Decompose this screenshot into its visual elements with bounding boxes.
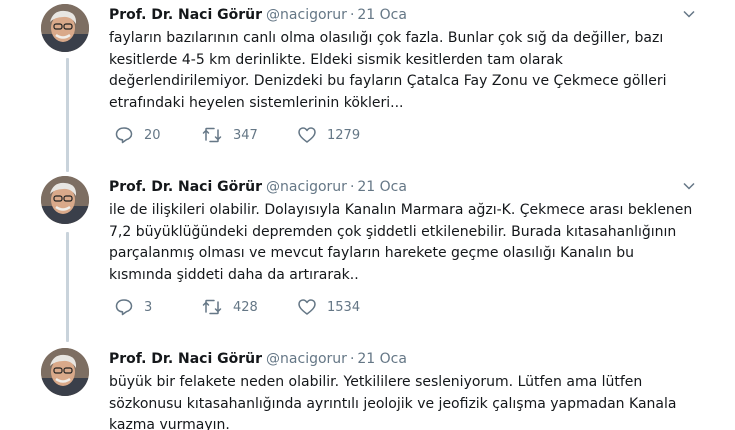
like-count: 1279	[327, 127, 361, 143]
like-count: 1534	[327, 299, 361, 315]
reply-icon	[115, 127, 133, 144]
tweet-text-line: kazma vurmayın.	[109, 417, 230, 430]
tweet-feed: Prof. Dr. Naci Görür @nacigorur · 21 Oca fa…	[0, 0, 735, 430]
tweet-text-line: fayların bazılarının canlı olma olasılığ…	[109, 30, 664, 46]
display-name[interactable]: Prof. Dr. Naci Görür	[109, 7, 262, 23]
tweet[interactable]: Prof. Dr. Naci Görür @nacigorur · 21 Oca bü…	[0, 344, 735, 430]
retweet-icon	[202, 299, 222, 315]
tweet-header: Prof. Dr. Naci Görür @nacigorur · 21 Oca	[109, 4, 684, 26]
heart-icon	[298, 299, 316, 315]
tweet-text-line: parçalanmış olması ve mevcut fayların ha…	[109, 245, 634, 261]
tweet-text-line: ile de ilişkileri olabilir. Dolayısıyla …	[109, 202, 693, 218]
avatar-image	[41, 348, 89, 396]
like-button[interactable]: 1279	[297, 124, 360, 146]
avatar[interactable]	[41, 4, 89, 52]
reply-count: 3	[144, 299, 153, 315]
retweet-count: 347	[233, 127, 258, 143]
retweet-count: 428	[233, 299, 258, 315]
tweet-actions: 3 428 1534	[109, 296, 684, 318]
reply-icon	[115, 299, 133, 316]
tweet-text-line: 7,2 büyüklüğündeki depremden çok şiddetl…	[109, 223, 677, 240]
chevron-down-icon[interactable]	[681, 178, 697, 194]
separator-dot: ·	[349, 351, 355, 367]
display-name[interactable]: Prof. Dr. Naci Görür	[109, 179, 262, 195]
reply-count: 20	[144, 127, 161, 143]
tweet-text-line: kesitlerde 4-5 km derinlikte. Eldeki sis…	[109, 51, 563, 68]
tweet-date[interactable]: 21 Oca	[357, 351, 407, 367]
retweet-icon	[202, 127, 222, 143]
avatar-image	[41, 176, 89, 224]
tweet-text: ile de ilişkileri olabilir. Dolayısıyla …	[109, 200, 693, 286]
like-button[interactable]: 1534	[297, 296, 360, 318]
tweet-text-line: değerlendirilemiyor. Denizdeki bu faylar…	[109, 73, 667, 89]
tweet-date[interactable]: 21 Oca	[357, 7, 407, 23]
tweet-text-line: etrafındaki heyelen sistemlerinin kökler…	[109, 94, 404, 111]
separator-dot: ·	[349, 7, 355, 23]
tweet[interactable]: Prof. Dr. Naci Görür @nacigorur · 21 Oca il…	[0, 172, 735, 337]
tweet-text: fayların bazılarının canlı olma olasılığ…	[109, 28, 684, 114]
reply-button[interactable]: 3	[114, 296, 152, 318]
avatar[interactable]	[41, 176, 89, 224]
chevron-down-icon[interactable]	[681, 6, 697, 22]
display-name[interactable]: Prof. Dr. Naci Görür	[109, 351, 262, 367]
tweet-header: Prof. Dr. Naci Görür @nacigorur · 21 Oca	[109, 348, 684, 370]
tweet-text-line: sözkonusu kıtasahanlığında ayrıntılı jeo…	[109, 395, 677, 412]
avatar-image	[41, 4, 89, 52]
tweet-date[interactable]: 21 Oca	[357, 179, 407, 195]
user-handle[interactable]: @nacigorur	[266, 7, 347, 23]
tweet[interactable]: Prof. Dr. Naci Görür @nacigorur · 21 Oca fa…	[0, 0, 735, 165]
avatar[interactable]	[41, 348, 89, 396]
tweet-text-line: büyük bir felakete neden olabilir. Yetki…	[109, 374, 643, 390]
user-handle[interactable]: @nacigorur	[266, 179, 347, 195]
reply-button[interactable]: 20	[114, 124, 161, 146]
tweet-text-line: kısmında şiddeti daha da artırarak..	[109, 266, 359, 283]
user-handle[interactable]: @nacigorur	[266, 351, 347, 367]
tweet-header: Prof. Dr. Naci Görür @nacigorur · 21 Oca	[109, 176, 684, 198]
heart-icon	[298, 127, 316, 143]
retweet-button[interactable]: 347	[201, 124, 258, 146]
tweet-text: büyük bir felakete neden olabilir. Yetki…	[109, 372, 684, 430]
retweet-button[interactable]: 428	[201, 296, 258, 318]
separator-dot: ·	[349, 179, 355, 195]
tweet-actions: 20 347 1279	[109, 124, 684, 146]
